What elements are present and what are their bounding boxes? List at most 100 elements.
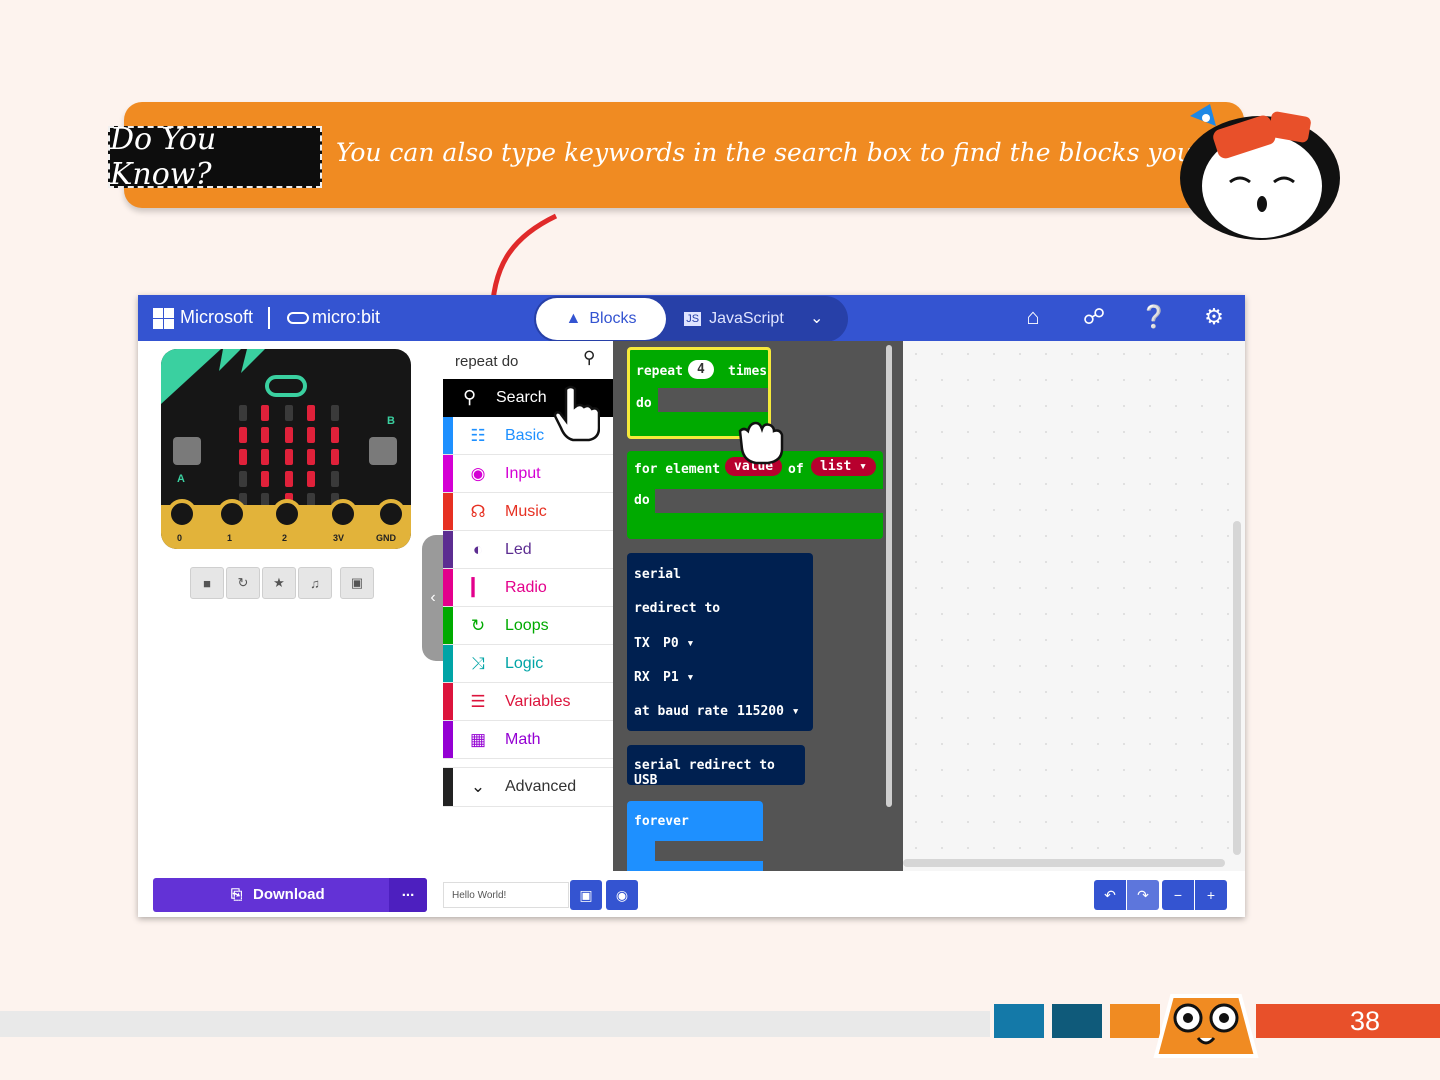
block-text: do [636,396,652,411]
edge-connector: 0 1 2 3V GND [161,499,411,549]
project-name-input[interactable]: Hello World! [443,882,569,908]
list-dropdown[interactable]: list ▾ [811,457,876,476]
more-button[interactable]: ... [389,878,427,912]
github-icon[interactable]: ◉ [606,880,638,910]
home-icon[interactable]: ⌂ [1018,304,1048,330]
makecode-editor: Microsoft micro:bit ▲ Blocks JS JavaScri… [138,295,1245,917]
category-radio[interactable]: ▎ Radio [443,569,613,607]
forever-block[interactable]: forever [627,801,763,871]
category-color-bar [443,493,453,530]
category-loops[interactable]: ↻ Loops [443,607,613,645]
mascot-girl-icon [1180,104,1340,240]
tab-javascript[interactable]: JS JavaScript [674,298,794,340]
undo-icon[interactable]: ↶ [1094,880,1126,910]
block-text: times [728,364,768,379]
button-b[interactable] [369,437,397,465]
button-a[interactable] [173,437,201,465]
debug-icon[interactable]: ★ [262,567,296,599]
tip-text: You can also type keywords in the search… [336,138,1271,167]
pin-2[interactable] [272,499,302,529]
search-icon[interactable]: ⚲ [583,348,595,368]
category-label: Radio [505,578,547,596]
baud-dropdown[interactable]: 115200 ▾ [737,704,800,719]
stop-icon[interactable]: ■ [190,567,224,599]
pin-label: GND [376,533,396,543]
block-text: redirect to [634,601,721,616]
pin-3v[interactable] [328,499,358,529]
serial-usb-block[interactable]: serial redirect to USB [627,745,805,788]
microbit-logo-icon [287,312,309,324]
category-led[interactable]: ◐ Led [443,531,613,569]
simulator-panel: A B 0 1 2 3V GND ■ ↻ ★ ♫ ▣ ‹ [138,341,444,917]
pin-label: 3V [333,533,345,543]
pin-label: 2 [282,533,288,543]
block-text: at baud rate [634,704,728,719]
board-corner-icon [161,349,265,404]
category-label: Advanced [505,778,577,795]
block-text: of [788,462,804,477]
category-color-bar [443,721,453,758]
category-label: Math [505,730,541,748]
fullscreen-icon[interactable]: ▣ [340,567,374,599]
category-label: Loops [505,616,549,634]
simulator-controls: ■ ↻ ★ ♫ ▣ [190,567,378,599]
microsoft-logo-icon [153,308,174,329]
category-input[interactable]: ◉ Input [443,455,613,493]
tip-label: Do You Know? [108,122,322,192]
microbit-brand[interactable]: micro:bit [312,307,380,328]
tab-blocks-label: Blocks [589,310,637,327]
target-icon: ◉ [470,463,486,483]
download-button[interactable]: ⎘ Download ... [153,878,427,912]
search-icon: ⚲ [463,387,477,407]
category-variables[interactable]: ☰ Variables [443,683,613,721]
chevron-down-icon[interactable]: ⌄ [810,308,823,328]
restart-icon[interactable]: ↻ [226,567,260,599]
chevron-down-icon: ⌄ [470,777,486,796]
tx-dropdown[interactable]: P0 ▾ [663,636,694,651]
search-input[interactable] [453,349,577,373]
brand-divider [268,307,270,329]
collapse-simulator-icon[interactable]: ‹ [422,535,444,661]
category-math[interactable]: ▦ Math [443,721,613,759]
category-label: Input [505,464,541,482]
block-slot [655,841,763,861]
category-label: Logic [505,654,544,672]
category-color-bar [443,569,453,606]
block-text: serial redirect to USB [634,758,775,788]
help-icon[interactable]: ❔ [1139,304,1169,330]
mute-icon[interactable]: ♫ [298,567,332,599]
repeat-count-input[interactable]: 4 [688,360,714,379]
toggle-icon: ◐ [472,539,484,559]
redo-icon[interactable]: ↷ [1127,880,1159,910]
block-slot [655,489,883,513]
board-logo-icon [265,375,307,397]
footer-square [994,1004,1044,1038]
block-text: forever [634,814,689,829]
grab-hand-icon [738,421,784,465]
category-advanced[interactable]: ⌄ Advanced [443,767,613,807]
category-color-bar [443,607,453,644]
zoom-in-icon[interactable]: + [1195,880,1227,910]
workspace-vscrollbar[interactable] [1233,521,1241,855]
workspace-hscrollbar[interactable] [903,859,1225,867]
tab-blocks[interactable]: ▲ Blocks [536,298,666,340]
dropdown-label: list [820,459,852,474]
download-icon: ⎘ [231,886,243,902]
blocks-workspace[interactable] [903,341,1245,871]
microsoft-brand[interactable]: Microsoft [180,307,253,328]
category-label: Led [505,540,532,558]
serial-redirect-block[interactable]: serial redirect to TX P0 ▾ RX P1 ▾ at ba… [627,553,813,731]
shuffle-icon: ⤨ [471,653,485,673]
pin-0[interactable] [167,499,197,529]
gear-icon[interactable]: ⚙ [1199,304,1229,330]
category-music[interactable]: ☊ Music [443,493,613,531]
dropdown-label: 115200 [737,704,784,719]
rx-dropdown[interactable]: P1 ▾ [663,670,694,685]
pin-1[interactable] [217,499,247,529]
flyout-scrollbar[interactable] [886,345,892,807]
category-logic[interactable]: ⤨ Logic [443,645,613,683]
pin-gnd[interactable] [376,499,406,529]
save-icon[interactable]: ▣ [570,880,602,910]
share-icon[interactable]: ☍ [1079,304,1109,330]
zoom-out-icon[interactable]: − [1162,880,1194,910]
